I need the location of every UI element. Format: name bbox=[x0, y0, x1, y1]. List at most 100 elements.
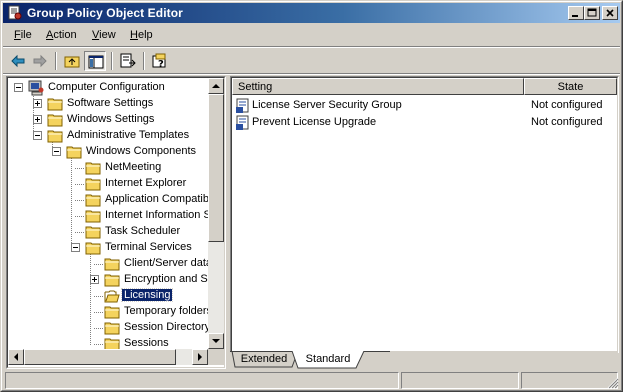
tree-connector-line bbox=[94, 312, 103, 313]
folder-icon bbox=[85, 160, 101, 176]
menu-action[interactable]: Action bbox=[46, 29, 77, 41]
back-arrow-icon bbox=[11, 54, 25, 68]
maximize-button[interactable] bbox=[584, 6, 600, 20]
scroll-thumb-horizontal[interactable] bbox=[24, 349, 176, 365]
back-button[interactable] bbox=[7, 51, 29, 71]
tree-item[interactable]: Windows Components bbox=[8, 144, 208, 160]
tree-item[interactable]: NetMeeting bbox=[8, 160, 208, 176]
collapse-minus-icon[interactable] bbox=[71, 243, 80, 252]
menu-bar: File Action View Help bbox=[3, 25, 620, 46]
tree-item[interactable]: Licensing bbox=[8, 288, 208, 304]
status-bar bbox=[3, 372, 620, 390]
forward-button[interactable] bbox=[29, 51, 51, 71]
help-button[interactable]: ? bbox=[149, 51, 171, 71]
tree-item-label: Licensing bbox=[120, 288, 174, 302]
menu-file[interactable]: File bbox=[14, 29, 32, 41]
status-panel-2 bbox=[401, 372, 519, 389]
tree-connector-line bbox=[75, 232, 84, 233]
tree-item[interactable]: Application Compatibili bbox=[8, 192, 216, 208]
toolbar-separator bbox=[55, 52, 57, 70]
resize-grip-icon[interactable] bbox=[607, 377, 619, 389]
minimize-icon bbox=[572, 15, 578, 17]
forward-arrow-icon bbox=[33, 54, 47, 68]
maximize-icon bbox=[587, 8, 597, 17]
group-policy-icon bbox=[8, 5, 22, 20]
tree-item-label: Sessions bbox=[124, 337, 169, 349]
tree-horizontal-scrollbar[interactable] bbox=[8, 349, 208, 365]
toolbar: ? bbox=[3, 49, 620, 75]
tree-item-label: Terminal Services bbox=[105, 241, 192, 253]
tree-item[interactable]: Client/Server data bbox=[8, 256, 212, 272]
column-header-state[interactable]: State bbox=[524, 78, 617, 95]
tree-connector-line bbox=[94, 344, 103, 345]
details-list: Setting State License Server Security Gr… bbox=[231, 77, 618, 352]
tree-item[interactable]: Task Scheduler bbox=[8, 224, 208, 240]
scroll-thumb[interactable] bbox=[208, 94, 224, 242]
tree-connector-line bbox=[75, 200, 84, 201]
policy-row[interactable]: License Server Security Group Not config… bbox=[232, 97, 617, 114]
policy-row[interactable]: Prevent License Upgrade Not configured bbox=[232, 114, 617, 131]
tree-item[interactable]: Administrative Templates bbox=[8, 128, 208, 144]
toolbar-separator bbox=[143, 52, 145, 70]
app-window: Group Policy Object Editor File Action V… bbox=[0, 0, 623, 392]
tree-item[interactable]: Internet Explorer bbox=[8, 176, 208, 192]
triangle-right-icon bbox=[198, 353, 202, 361]
menu-separator bbox=[3, 46, 620, 48]
tree-item[interactable]: Software Settings bbox=[8, 96, 208, 112]
tree-item-label: Task Scheduler bbox=[105, 225, 181, 237]
show-hide-console-tree-button[interactable] bbox=[84, 51, 106, 71]
tree-item[interactable]: Encryption and Se bbox=[8, 272, 214, 288]
export-list-button[interactable] bbox=[117, 51, 139, 71]
tree-item[interactable]: Computer Configuration bbox=[8, 80, 208, 96]
tree-item-label: Session Directory bbox=[124, 321, 211, 333]
tree-vertical-scrollbar[interactable] bbox=[208, 78, 224, 349]
open-folder-icon bbox=[104, 288, 120, 304]
tree-item[interactable]: Internet Information S bbox=[8, 208, 211, 224]
tree-connector-line bbox=[75, 216, 84, 217]
tree-connector-line bbox=[94, 328, 103, 329]
scroll-down-button[interactable] bbox=[208, 333, 224, 349]
window-title: Group Policy Object Editor bbox=[27, 6, 183, 20]
collapse-minus-icon[interactable] bbox=[14, 83, 23, 92]
tree-connector-line bbox=[75, 168, 84, 169]
up-one-level-button[interactable] bbox=[61, 51, 83, 71]
tree-item[interactable]: Session Directory bbox=[8, 320, 210, 336]
expand-plus-icon[interactable] bbox=[33, 99, 42, 108]
collapse-minus-icon[interactable] bbox=[52, 147, 61, 156]
menu-view[interactable]: View bbox=[92, 29, 116, 41]
folder-icon bbox=[85, 240, 101, 256]
scroll-right-button[interactable] bbox=[192, 349, 208, 365]
tree-item[interactable]: Windows Settings bbox=[8, 112, 208, 128]
tree-item-label: Application Compatibili bbox=[105, 193, 217, 205]
status-panel-main bbox=[5, 372, 399, 389]
console-tree: Computer Configuration Software Settings W… bbox=[7, 77, 225, 368]
export-list-icon bbox=[120, 53, 136, 68]
details-pane: Setting State License Server Security Gr… bbox=[230, 76, 619, 353]
expand-plus-icon[interactable] bbox=[90, 275, 99, 284]
column-header-setting[interactable]: Setting bbox=[232, 78, 524, 95]
policy-setting-name: Prevent License Upgrade bbox=[252, 116, 377, 128]
tree-item[interactable]: Temporary folders bbox=[8, 304, 212, 320]
tree-item-label: NetMeeting bbox=[105, 161, 162, 173]
title-bar[interactable]: Group Policy Object Editor bbox=[3, 3, 620, 23]
scroll-left-button[interactable] bbox=[8, 349, 24, 365]
tab-extended[interactable]: Extended bbox=[236, 351, 292, 368]
tab-standard[interactable]: Standard bbox=[298, 351, 358, 368]
tree-item[interactable]: Terminal Services bbox=[8, 240, 208, 256]
policy-state: Not configured bbox=[531, 99, 603, 111]
minimize-button[interactable] bbox=[568, 6, 584, 20]
scroll-up-button[interactable] bbox=[208, 78, 224, 94]
folder-icon bbox=[47, 128, 63, 144]
scrollbar-corner bbox=[208, 349, 224, 365]
tree-item-label: Encryption and Se bbox=[124, 273, 214, 285]
menu-help[interactable]: Help bbox=[130, 29, 153, 41]
view-tabs: Extended Standard bbox=[230, 351, 618, 369]
folder-icon bbox=[85, 208, 101, 224]
folder-icon bbox=[104, 304, 120, 320]
collapse-minus-icon[interactable] bbox=[33, 131, 42, 140]
expand-plus-icon[interactable] bbox=[33, 115, 42, 124]
tree-item-label: Temporary folders bbox=[124, 305, 213, 317]
folder-icon bbox=[47, 96, 63, 112]
up-folder-icon bbox=[64, 56, 80, 68]
close-button[interactable] bbox=[602, 6, 618, 20]
